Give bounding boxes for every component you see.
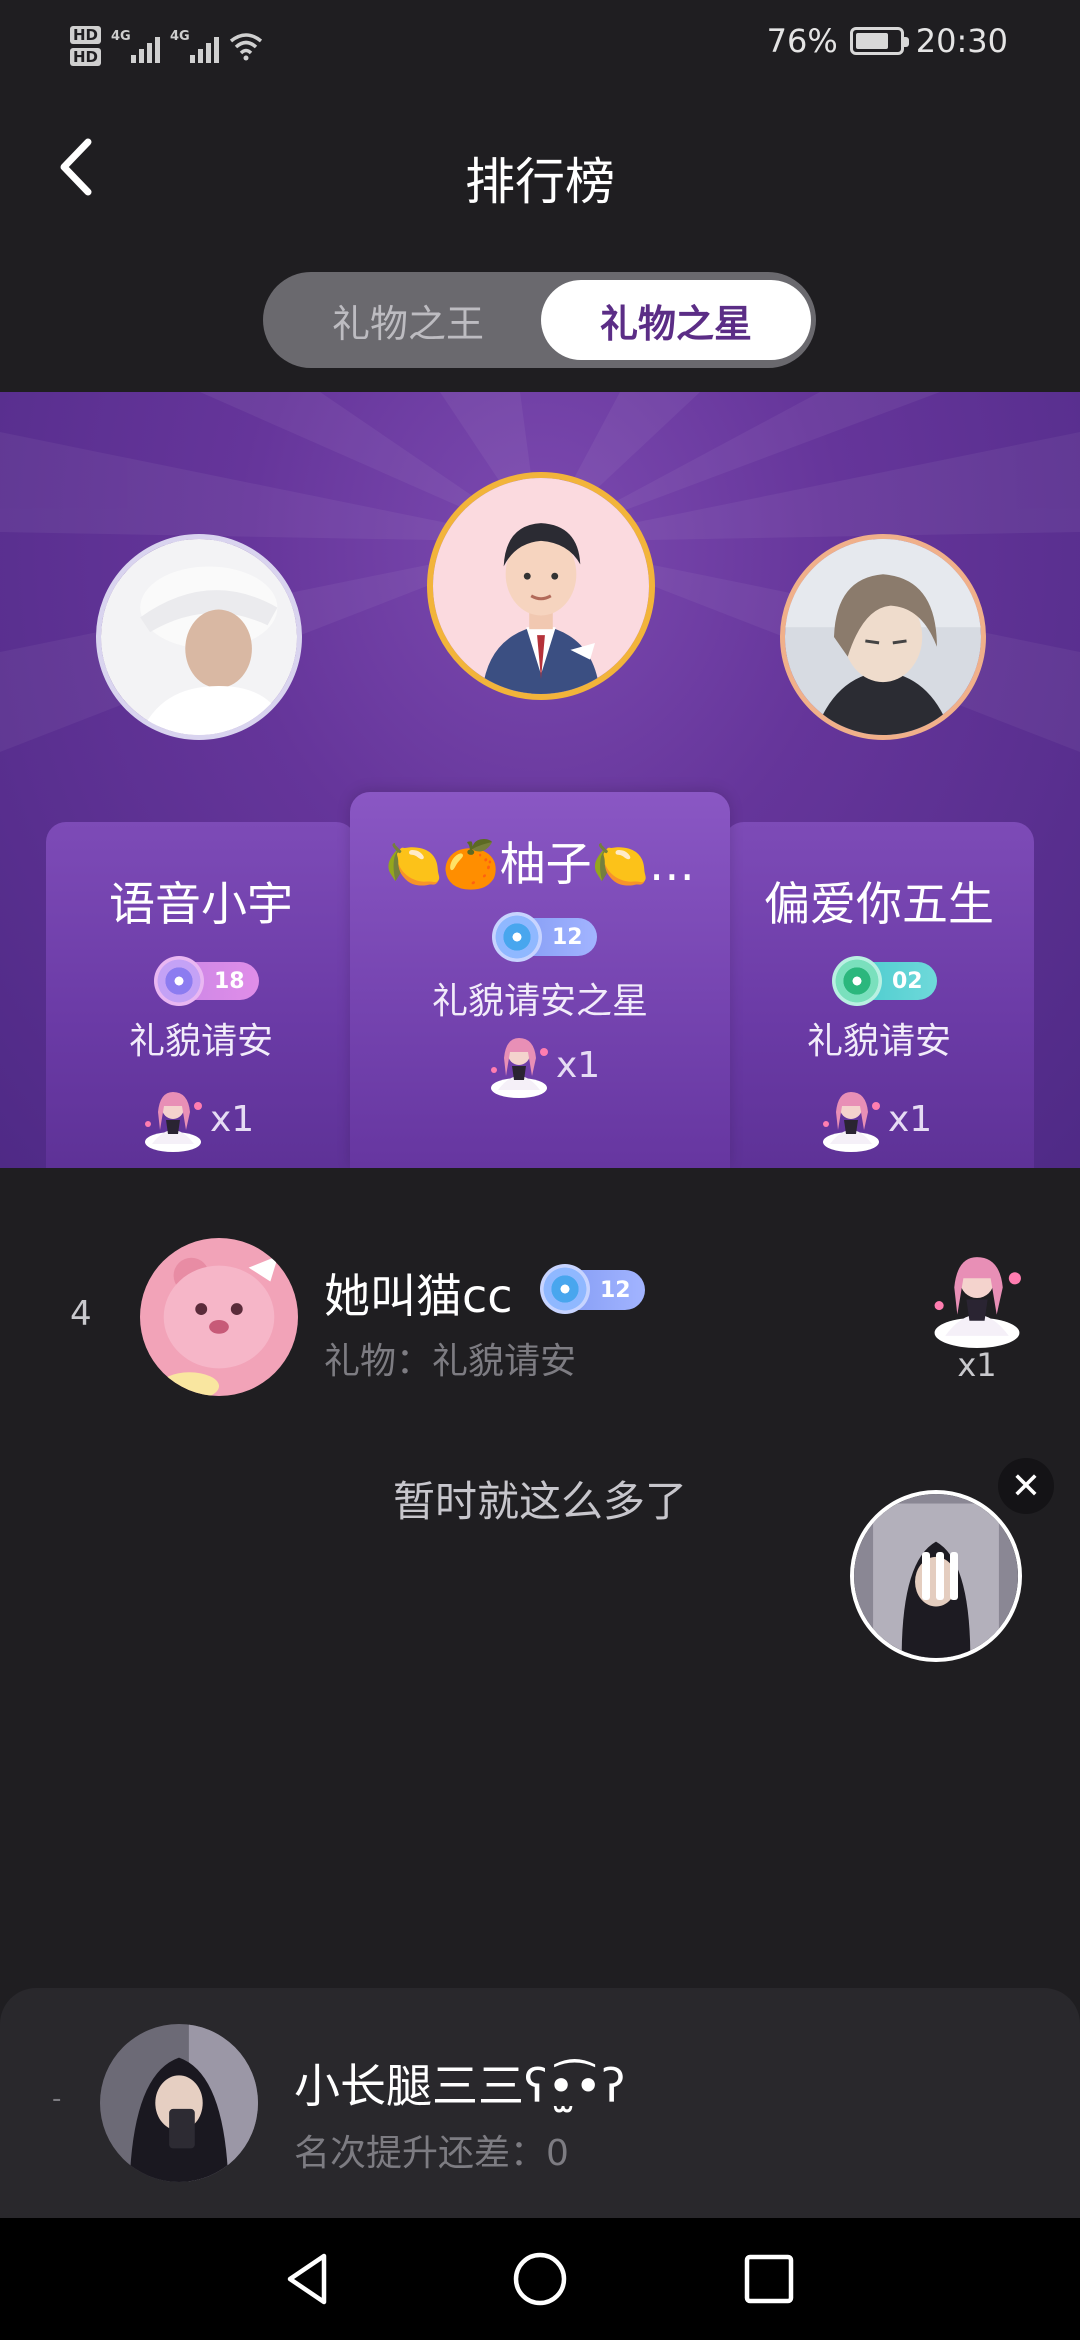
status-bar: HD HD 4G 4G 76% 20:30: [0, 0, 1080, 92]
rank-3-level: 02: [892, 968, 923, 994]
avatar-rank-2[interactable]: [96, 534, 302, 740]
my-rank: -: [52, 2084, 62, 2114]
circle-home-icon: [513, 2252, 567, 2306]
podium-card-rank-1[interactable]: 🍋🍊柚子🍋… 12 礼貌请安之星 x1: [350, 792, 730, 1168]
network-type-2: 4G: [170, 29, 190, 44]
rank-3-gift-count: x1: [816, 1086, 932, 1152]
status-right: 76% 20:30: [767, 22, 1008, 60]
my-rank-gap: 名次提升还差：0: [294, 2133, 569, 2174]
rank-1-gift: 礼貌请安之星: [431, 981, 648, 1022]
signal-1-icon: 4G: [111, 29, 161, 63]
list-gift-line: 礼物：礼貌请安: [324, 1341, 577, 1382]
rank-1-gift-count: x1: [484, 1032, 600, 1098]
list-rank: 4: [70, 1294, 92, 1334]
list-gift: x1: [922, 1248, 1032, 1384]
rank-1-level: 12: [552, 924, 583, 950]
close-floating-button[interactable]: ✕: [998, 1458, 1054, 1514]
system-nav-bar: [0, 2218, 1080, 2340]
avatar-rank-1[interactable]: [427, 472, 655, 700]
clock: 20:30: [915, 22, 1008, 60]
list-user-name: 她叫猫cc: [324, 1269, 513, 1323]
square-recents-icon: [744, 2254, 794, 2304]
nav-back-button[interactable]: [278, 2248, 340, 2310]
battery-percent: 76%: [766, 22, 838, 60]
my-avatar[interactable]: [100, 2024, 258, 2182]
network-type-1: 4G: [111, 29, 131, 44]
rank-2-gift-count: x1: [138, 1086, 254, 1152]
podium-card-rank-3[interactable]: 偏爱你五生 02 礼貌请安 x1: [724, 822, 1034, 1168]
level-gem-icon: [832, 956, 882, 1006]
podium: 语音小宇 18 礼貌请安 x1 偏爱你五生 02 礼貌请安 x1 🍋🍊柚子🍋… …: [0, 392, 1080, 1168]
podium-card-rank-2[interactable]: 语音小宇 18 礼貌请安 x1: [46, 822, 356, 1168]
gift-doll-icon: [145, 1092, 202, 1152]
rank-3-gift: 礼貌请安: [806, 1021, 951, 1062]
signal-2-icon: 4G: [170, 29, 220, 63]
page-title: 排行榜: [465, 153, 615, 211]
rank-1-level-badge: 12: [492, 912, 597, 962]
wifi-icon: [229, 31, 263, 61]
tab-gift-star[interactable]: 礼物之星: [541, 280, 811, 360]
level-gem-icon: [540, 1264, 590, 1314]
nav-recents-button[interactable]: [738, 2248, 800, 2310]
rank-2-count: x1: [210, 1098, 255, 1140]
level-gem-icon: [492, 912, 542, 962]
rank-3-count: x1: [888, 1098, 933, 1140]
my-user-name: 小长腿三三ʕ•̫͡•ʔ: [294, 2059, 626, 2113]
header: 排行榜: [0, 92, 1080, 252]
rank-2-level-badge: 18: [154, 956, 259, 1006]
gift-doll-icon: [823, 1092, 880, 1152]
nav-home-button[interactable]: [509, 2248, 571, 2310]
tab-gift-king[interactable]: 礼物之王: [273, 280, 543, 360]
level-gem-icon: [154, 956, 204, 1006]
floating-room-player[interactable]: [850, 1490, 1022, 1662]
list-level: 12: [600, 1277, 631, 1303]
list-item[interactable]: 4 她叫猫cc 12 礼物：礼貌请安 x1: [0, 1220, 1080, 1410]
avatar-rank-3[interactable]: [780, 534, 986, 740]
rank-3-level-badge: 02: [832, 956, 937, 1006]
rank-1-count: x1: [556, 1044, 601, 1086]
list-gift-count: x1: [957, 1346, 997, 1384]
gift-doll-icon: [934, 1257, 1021, 1348]
hd-badge-1: HD: [70, 26, 102, 44]
hd-badge-2: HD: [70, 48, 102, 66]
gift-doll-icon: [491, 1038, 548, 1098]
rank-1-name: 🍋🍊柚子🍋…: [385, 837, 695, 891]
battery-fill: [855, 33, 888, 49]
list-level-badge: 12: [540, 1264, 645, 1314]
rank-2-name: 语音小宇: [109, 877, 293, 931]
my-rank-card: - 小长腿三三ʕ•̫͡•ʔ 名次提升还差：0: [0, 1988, 1080, 2218]
hd-indicators: HD HD: [70, 26, 102, 66]
avatar[interactable]: [140, 1238, 298, 1396]
triangle-back-icon: [287, 2253, 327, 2305]
rank-2-level: 18: [214, 968, 245, 994]
pause-icon: [916, 1552, 964, 1600]
status-left: HD HD 4G 4G: [70, 16, 263, 76]
rank-2-gift: 礼貌请安: [128, 1021, 273, 1062]
rank-3-name: 偏爱你五生: [764, 877, 994, 931]
ranking-type-switch: 礼物之王 礼物之星: [263, 272, 816, 368]
battery-icon: [849, 27, 909, 55]
